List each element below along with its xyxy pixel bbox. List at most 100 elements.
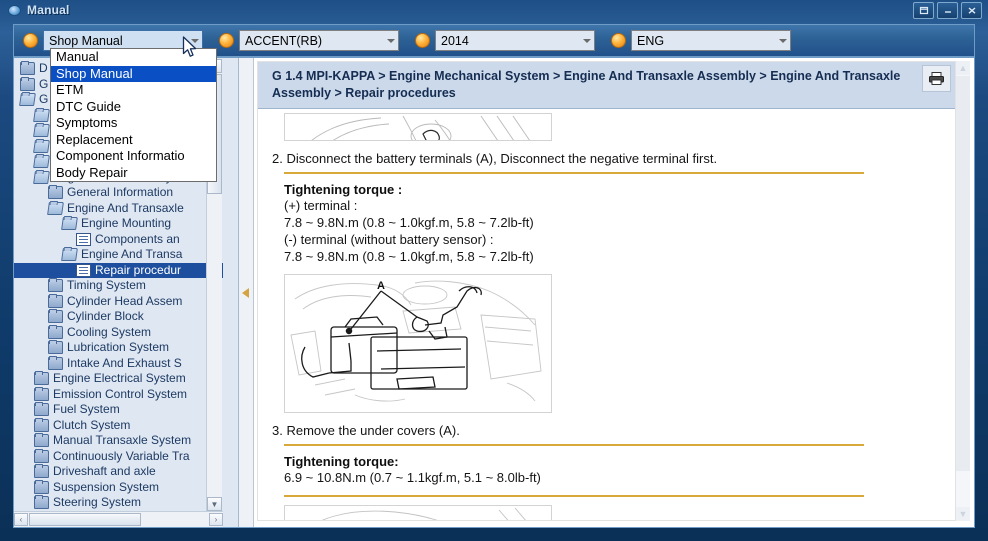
folder-closed-icon: [48, 186, 63, 199]
step-2-torque-title: Tightening torque :: [284, 182, 941, 197]
tree-item[interactable]: Engine Electrical System: [14, 371, 223, 387]
tree-item[interactable]: Driveshaft and axle: [14, 464, 223, 480]
step-3-number: 3.: [272, 423, 283, 438]
tree-item-label: Continuously Variable Tra: [53, 449, 190, 465]
folder-closed-icon: [48, 326, 63, 339]
document-viewport: G 1.4 MPI-KAPPA > Engine Mechanical Syst…: [257, 61, 956, 521]
dropdown-option[interactable]: Symptoms: [51, 115, 216, 132]
pane-splitter[interactable]: [239, 58, 254, 527]
tree-item[interactable]: Fuel System: [14, 402, 223, 418]
print-button[interactable]: [922, 65, 951, 92]
dropdown-option[interactable]: Replacement: [51, 132, 216, 149]
tree-horizontal-scrollbar[interactable]: ‹ ›: [14, 511, 223, 527]
dropdown-option[interactable]: Body Repair: [51, 165, 216, 182]
minimize-button[interactable]: [937, 2, 958, 19]
document-body: 2. Disconnect the battery terminals (A),…: [258, 113, 955, 521]
folder-closed-icon: [34, 388, 49, 401]
tree-item[interactable]: Lubrication System: [14, 340, 223, 356]
divider: [284, 444, 864, 446]
tree-item[interactable]: Clutch System: [14, 418, 223, 434]
tree-item[interactable]: Steering System: [14, 495, 223, 511]
tree-item[interactable]: Engine And Transaxle: [14, 201, 223, 217]
tree-item[interactable]: Emission Control System: [14, 387, 223, 403]
tree-item-label: Clutch System: [53, 418, 130, 434]
restore-button[interactable]: [913, 2, 934, 19]
tree-scroll-left-button[interactable]: ‹: [14, 513, 28, 526]
tree-scroll-down-button[interactable]: ▼: [207, 497, 222, 511]
dropdown-option[interactable]: DTC Guide: [51, 99, 216, 116]
folder-closed-icon: [48, 295, 63, 308]
tree-item[interactable]: Repair procedur: [14, 263, 223, 279]
tree-item[interactable]: Suspension System: [14, 480, 223, 496]
dropdown-option[interactable]: ETM: [51, 82, 216, 99]
dropdown-option[interactable]: Component Informatio: [51, 148, 216, 165]
tree-item-label: Cylinder Head Assem: [67, 294, 182, 310]
tree-item[interactable]: Timing System: [14, 278, 223, 294]
folder-closed-icon: [48, 310, 63, 323]
model-year-value: 2014: [441, 34, 469, 48]
manual-type-dropdown-list[interactable]: ManualShop ManualETMDTC GuideSymptomsRep…: [50, 48, 217, 182]
tree-item[interactable]: Cooling System: [14, 325, 223, 341]
tree-item[interactable]: Cylinder Head Assem: [14, 294, 223, 310]
tree-item-label: Components an: [95, 232, 180, 248]
step-2-text: 2. Disconnect the battery terminals (A),…: [272, 151, 941, 166]
step-3-text: 3. Remove the under covers (A).: [272, 423, 941, 438]
tree-item[interactable]: Engine And Transa: [14, 247, 223, 263]
step-2-torque-line: (-) terminal (without battery sensor) :: [284, 231, 941, 248]
tree-item-label: Cooling System: [67, 325, 151, 341]
content-scroll-thumb[interactable]: [956, 76, 970, 471]
tree-item-label: General Information: [67, 185, 173, 201]
collapse-pane-icon[interactable]: [242, 288, 249, 298]
folder-closed-icon: [20, 78, 35, 91]
tree-item-label: Engine Mounting: [81, 216, 171, 232]
vehicle-model-select[interactable]: ACCENT(RB): [239, 30, 399, 51]
language-select[interactable]: ENG: [631, 30, 791, 51]
tree-item-label: Repair procedur: [95, 263, 181, 279]
step-2-torque-line: 7.8 ~ 9.8N.m (0.8 ~ 1.0kgf.m, 5.8 ~ 7.2l…: [284, 214, 941, 231]
vehicle-model-combo-wrap: ACCENT(RB): [219, 30, 399, 51]
folder-closed-icon: [34, 434, 49, 447]
window-title: Manual: [27, 3, 70, 17]
bullet-icon: [611, 33, 626, 48]
tree-item-label: Manual Transaxle System: [53, 433, 191, 449]
step-3-torque-line: 6.9 ~ 10.8N.m (0.7 ~ 1.1kgf.m, 5.1 ~ 8.0…: [284, 469, 941, 486]
tree-item[interactable]: Engine Mounting: [14, 216, 223, 232]
tree-hscroll-thumb[interactable]: [29, 513, 141, 526]
tree-item-label: Lubrication System: [67, 340, 169, 356]
tree-item[interactable]: Cylinder Block: [14, 309, 223, 325]
chevron-down-icon: [583, 39, 591, 43]
close-button[interactable]: [961, 2, 982, 19]
folder-closed-icon: [34, 450, 49, 463]
dropdown-option[interactable]: Shop Manual: [51, 66, 216, 83]
bullet-icon: [23, 33, 38, 48]
chevron-down-icon: [779, 39, 787, 43]
divider: [284, 495, 864, 497]
figure-partial-top: [284, 113, 552, 141]
chevron-down-icon: [387, 39, 395, 43]
mouse-cursor-icon: [182, 36, 199, 60]
content-vertical-scrollbar[interactable]: ▲ ▼: [956, 61, 970, 521]
tree-scroll-right-button[interactable]: ›: [209, 513, 223, 526]
step-3-body: Remove the under covers (A).: [286, 423, 459, 438]
folder-open-icon: [61, 217, 78, 230]
tree-item[interactable]: Intake And Exhaust S: [14, 356, 223, 372]
content-scroll-up-button[interactable]: ▲: [956, 61, 970, 75]
breadcrumb-text: G 1.4 MPI-KAPPA > Engine Mechanical Syst…: [272, 69, 900, 100]
content-scroll-down-button[interactable]: ▼: [956, 507, 970, 521]
step-2-body: Disconnect the battery terminals (A), Di…: [286, 151, 717, 166]
tree-item-label: Engine And Transaxle: [67, 201, 184, 217]
model-year-select[interactable]: 2014: [435, 30, 595, 51]
folder-closed-icon: [48, 279, 63, 292]
doc-icon: [76, 233, 91, 246]
tree-item[interactable]: Manual Transaxle System: [14, 433, 223, 449]
step-2-torque-line: 7.8 ~ 9.8N.m (0.8 ~ 1.0kgf.m, 5.8 ~ 7.2l…: [284, 248, 941, 265]
tree-item[interactable]: Continuously Variable Tra: [14, 449, 223, 465]
step-2-number: 2.: [272, 151, 283, 166]
print-icon: [928, 71, 945, 86]
app-logo-icon: [8, 5, 21, 16]
folder-closed-icon: [34, 496, 49, 509]
folder-closed-icon: [34, 403, 49, 416]
folder-closed-icon: [34, 372, 49, 385]
tree-item[interactable]: General Information: [14, 185, 223, 201]
tree-item[interactable]: Components an: [14, 232, 223, 248]
